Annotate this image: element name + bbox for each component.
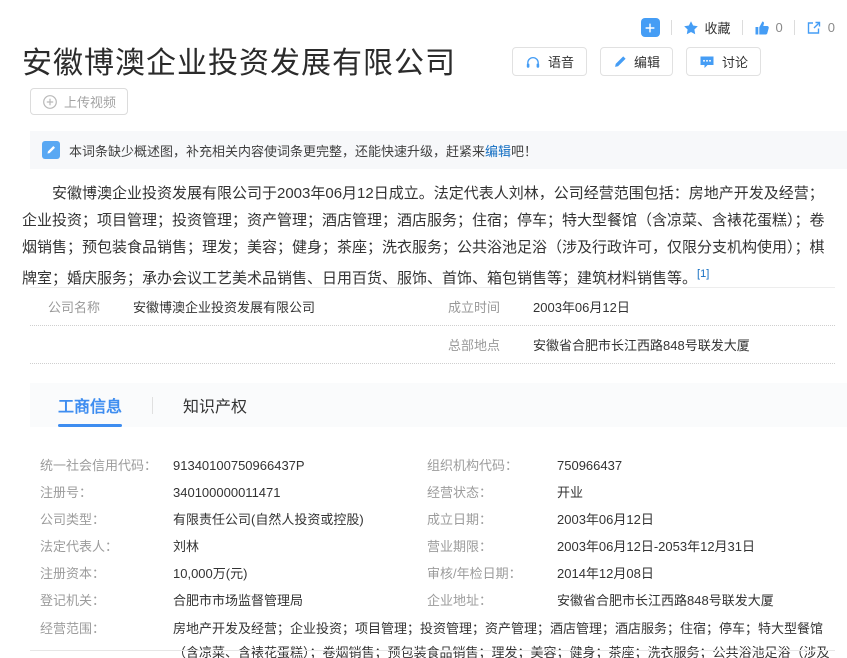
infobox-cell: 公司名称 安徽博澳企业投资发展有限公司: [30, 288, 420, 325]
divider: [794, 20, 795, 35]
field-value: 开业: [557, 479, 833, 506]
infobox-row: 总部地点 安徽省合肥市长江西路848号联发大厦: [30, 326, 835, 364]
edit-pencil-badge-icon: [42, 141, 60, 159]
field-value: 有限责任公司(自然人投资或控股): [173, 506, 427, 533]
company-infobox: 公司名称 安徽博澳企业投资发展有限公司 成立时间 2003年06月12日 总部地…: [30, 287, 835, 364]
chat-bubble-icon: [699, 54, 715, 70]
plus-circle-icon: [42, 94, 58, 110]
bottom-divider: [30, 650, 835, 651]
business-info-table: 统一社会信用代码： 91340100750966437P 组织机构代码： 750…: [40, 452, 833, 658]
field-value: 房地产开发及经营；企业投资；项目管理；投资管理；资产管理；酒店管理；酒店服务；住…: [173, 617, 833, 658]
field-label: 经营状态：: [427, 479, 557, 506]
pencil-icon: [613, 55, 627, 69]
field-value: 合肥市市场监督管理局: [173, 587, 427, 614]
favorite-button[interactable]: 收藏: [683, 18, 731, 37]
infobox-label: 总部地点: [448, 335, 533, 354]
share-icon: [806, 20, 822, 36]
field-label: 公司类型：: [40, 506, 173, 533]
share-count: 0: [828, 20, 835, 35]
table-row: 公司类型： 有限责任公司(自然人投资或控股) 成立日期： 2003年06月12日: [40, 506, 833, 533]
like-count: 0: [776, 20, 783, 35]
voice-button[interactable]: 语音: [512, 47, 587, 76]
discuss-label: 讨论: [722, 52, 748, 71]
pencil-icon: [46, 145, 56, 155]
field-value: 刘林: [173, 533, 427, 560]
headphones-icon: [525, 54, 541, 70]
infobox-value: 2003年06月12日: [533, 297, 630, 316]
infobox-value: 安徽省合肥市长江西路848号联发大厦: [533, 335, 750, 354]
infobox-cell: [30, 326, 420, 363]
thumbs-up-icon: [754, 20, 770, 36]
field-label: 营业期限：: [427, 533, 557, 560]
infobox-row: 公司名称 安徽博澳企业投资发展有限公司 成立时间 2003年06月12日: [30, 288, 835, 326]
star-icon: [683, 20, 699, 36]
table-row: 注册号： 340100000011471 经营状态： 开业: [40, 479, 833, 506]
add-to-collection-button[interactable]: [641, 18, 660, 37]
upload-video-button[interactable]: 上传视频: [30, 88, 128, 115]
table-row-business-scope: 经营范围： 房地产开发及经营；企业投资；项目管理；投资管理；资产管理；酒店管理；…: [40, 617, 833, 658]
notice-edit-link[interactable]: 编辑: [485, 141, 511, 160]
infobox-label: 公司名称: [48, 297, 133, 316]
divider: [742, 20, 743, 35]
tab-intellectual-property[interactable]: 知识产权: [183, 383, 247, 427]
plus-icon: [643, 21, 657, 35]
title-buttons: 语音 编辑 讨论: [512, 47, 761, 76]
table-row: 统一社会信用代码： 91340100750966437P 组织机构代码： 750…: [40, 452, 833, 479]
field-value: 2003年06月12日-2053年12月31日: [557, 533, 833, 560]
field-value: 2014年12月08日: [557, 560, 833, 587]
infobox-cell: 成立时间 2003年06月12日: [420, 288, 835, 325]
field-label: 组织机构代码：: [427, 452, 557, 479]
field-label: 统一社会信用代码：: [40, 452, 173, 479]
upload-video-label: 上传视频: [64, 92, 116, 111]
table-row: 法定代表人： 刘林 营业期限： 2003年06月12日-2053年12月31日: [40, 533, 833, 560]
field-label: 成立日期：: [427, 506, 557, 533]
discuss-button[interactable]: 讨论: [686, 47, 761, 76]
notice-bar: 本词条缺少概述图，补充相关内容使词条更完整，还能快速升级，赶紧来编辑吧！: [30, 131, 847, 169]
field-value: 750966437: [557, 452, 833, 479]
company-summary: 安徽博澳企业投资发展有限公司于2003年06月12日成立。法定代表人刘林，公司经…: [22, 180, 833, 292]
infobox-value: 安徽博澳企业投资发展有限公司: [133, 297, 315, 316]
field-value: 10,000万(元): [173, 560, 427, 587]
share-button[interactable]: 0: [806, 20, 835, 36]
voice-label: 语音: [548, 52, 574, 71]
field-label: 经营范围：: [40, 617, 173, 658]
tab-business-info[interactable]: 工商信息: [58, 383, 122, 427]
infobox-cell: 总部地点 安徽省合肥市长江西路848号联发大厦: [420, 326, 835, 363]
table-row: 登记机关： 合肥市市场监督管理局 企业地址： 安徽省合肥市长江西路848号联发大…: [40, 587, 833, 614]
top-action-bar: 收藏 0 0: [641, 18, 835, 37]
field-label: 登记机关：: [40, 587, 173, 614]
field-label: 注册号：: [40, 479, 173, 506]
edit-button[interactable]: 编辑: [600, 47, 673, 76]
field-label: 注册资本：: [40, 560, 173, 587]
edit-label: 编辑: [634, 52, 660, 71]
like-button[interactable]: 0: [754, 20, 783, 36]
field-label: 企业地址：: [427, 587, 557, 614]
infobox-label: 成立时间: [448, 297, 533, 316]
section-tabs: 工商信息 知识产权: [30, 383, 847, 427]
tab-divider: [152, 397, 153, 414]
field-label: 审核/年检日期：: [427, 560, 557, 587]
field-value: 340100000011471: [173, 479, 427, 506]
favorite-label: 收藏: [705, 18, 731, 37]
notice-text: 本词条缺少概述图，补充相关内容使词条更完整，还能快速升级，赶紧来: [69, 141, 485, 160]
infobox-label: [48, 335, 133, 354]
divider: [671, 20, 672, 35]
field-label: 法定代表人：: [40, 533, 173, 560]
baike-company-page: 收藏 0 0 安徽博澳企业投资发展有限公司 语音 编辑 讨论 上传视频: [0, 0, 847, 658]
reference-link[interactable]: [1]: [697, 268, 709, 280]
page-title: 安徽博澳企业投资发展有限公司: [22, 38, 456, 82]
field-value: 91340100750966437P: [173, 452, 427, 479]
field-value: 安徽省合肥市长江西路848号联发大厦: [557, 587, 833, 614]
table-row: 注册资本： 10,000万(元) 审核/年检日期： 2014年12月08日: [40, 560, 833, 587]
field-value: 2003年06月12日: [557, 506, 833, 533]
notice-suffix: 吧！: [511, 141, 537, 160]
